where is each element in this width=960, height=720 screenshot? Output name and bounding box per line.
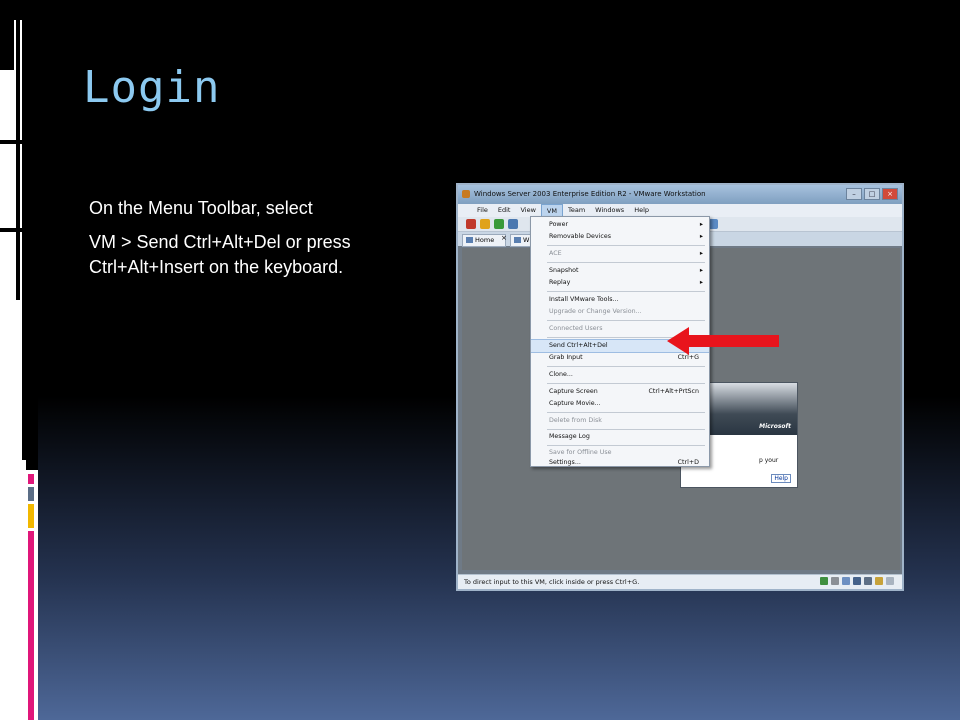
sound-icon[interactable] (864, 577, 872, 585)
menu-item-power[interactable]: Power ▸ (531, 219, 709, 231)
usb-icon[interactable] (875, 577, 883, 585)
menu-item-install-tools[interactable]: Install VMware Tools... (531, 294, 709, 306)
menu-item-upgrade: Upgrade or Change Version... (549, 308, 642, 315)
close-icon[interactable]: × (882, 188, 898, 200)
frame-line (0, 140, 26, 144)
message-icon[interactable] (886, 577, 894, 585)
menu-item-removable-devices[interactable]: Removable Devices ▸ (531, 231, 709, 243)
submenu-arrow-icon: ▸ (699, 279, 703, 286)
menu-separator (547, 366, 705, 367)
menu-separator (547, 383, 705, 384)
submenu-arrow-icon: ▸ (699, 250, 703, 257)
menu-item-ace: ACE ▸ (531, 248, 709, 260)
menu-item-message-log[interactable]: Message Log (531, 431, 709, 443)
menu-item-delete-from-disk: Delete from Disk (549, 417, 602, 424)
menu-item-settings[interactable]: Settings... Ctrl+D (531, 457, 709, 469)
login-hint-text: p your (759, 457, 779, 464)
menu-item-replay[interactable]: Replay ▸ (531, 277, 709, 289)
reset-icon[interactable] (508, 219, 518, 229)
menu-edit[interactable]: Edit (493, 204, 516, 217)
menu-item-capture-screen[interactable]: Capture Screen Ctrl+Alt+PrtScn (531, 386, 709, 398)
home-icon (466, 237, 473, 243)
menu-file[interactable]: File (472, 204, 493, 217)
submenu-arrow-icon: ▸ (699, 221, 703, 228)
submenu-arrow-icon: ▸ (699, 267, 703, 274)
slide-title: Login (83, 62, 221, 113)
status-icons (820, 577, 894, 585)
accent-bar-yellow (28, 504, 34, 528)
menu-separator (547, 245, 705, 246)
frame-line (0, 228, 26, 232)
menu-separator (547, 445, 705, 446)
stop-icon[interactable] (466, 219, 476, 229)
submenu-arrow-icon: ▸ (699, 233, 703, 240)
tab-close-icon[interactable]: × (501, 234, 507, 242)
status-text: To direct input to this VM, click inside… (464, 578, 640, 586)
menu-item-clone[interactable]: Clone... (531, 369, 709, 381)
frame-line (16, 0, 20, 300)
accent-bar-gray (28, 487, 34, 501)
help-button[interactable]: Help (771, 474, 791, 483)
vmware-app-icon (462, 190, 470, 198)
red-pointer-arrow-icon (667, 327, 779, 355)
accent-bar-pink (28, 474, 34, 484)
cdrom-icon[interactable] (842, 577, 850, 585)
instruction-line-1: On the Menu Toolbar, select (89, 198, 313, 218)
instruction-line-2: VM > Send Ctrl+Alt+Del or press Ctrl+Alt… (89, 232, 351, 277)
menu-separator (547, 412, 705, 413)
tab-home[interactable]: Home (462, 234, 506, 247)
menu-separator (547, 429, 705, 430)
window-title: Windows Server 2003 Enterprise Edition R… (474, 190, 706, 198)
maximize-icon[interactable]: □ (864, 188, 880, 200)
status-bar: To direct input to this VM, click inside… (458, 574, 902, 589)
minimize-icon[interactable]: – (846, 188, 862, 200)
menu-item-snapshot[interactable]: Snapshot ▸ (531, 265, 709, 277)
vmware-screenshot: Windows Server 2003 Enterprise Edition R… (456, 183, 904, 591)
slide-body: On the Menu Toolbar, select VM > Send Ct… (89, 196, 429, 289)
floppy-icon[interactable] (853, 577, 861, 585)
network-icon[interactable] (820, 577, 828, 585)
window-controls: – □ × (846, 188, 898, 200)
menu-separator (547, 320, 705, 321)
menu-item-capture-movie[interactable]: Capture Movie... (531, 398, 709, 410)
menu-separator (547, 291, 705, 292)
vm-icon (514, 237, 521, 243)
accent-bar-magenta (28, 531, 34, 720)
disk-icon[interactable] (831, 577, 839, 585)
play-icon[interactable] (494, 219, 504, 229)
pause-icon[interactable] (480, 219, 490, 229)
microsoft-logo: Microsoft (759, 423, 791, 430)
window-titlebar: Windows Server 2003 Enterprise Edition R… (458, 185, 902, 204)
menu-separator (547, 262, 705, 263)
frame-line (28, 0, 38, 470)
